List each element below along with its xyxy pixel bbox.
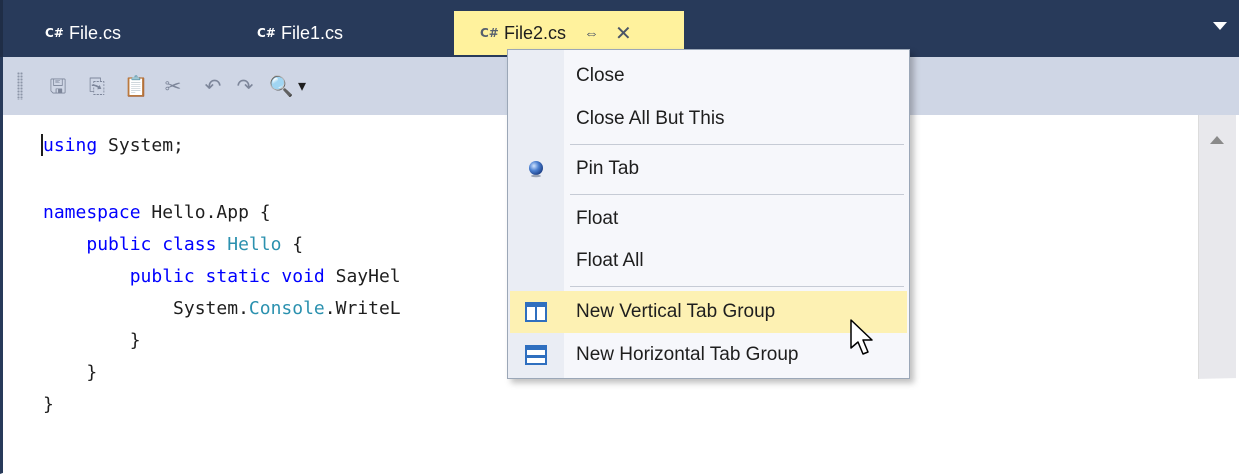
code-text: SayHel (324, 266, 401, 287)
editor-window: C# File.cs C# File1.cs C# File2.cs ⇔ ✕ 🖫… (0, 0, 1239, 474)
copy-icon[interactable]: ⎘ (87, 77, 107, 97)
code-text: Hello.App { (140, 202, 271, 223)
tab-label: File2.cs (504, 22, 567, 43)
code-line-8: } (43, 362, 98, 383)
menu-item-label: Float All (576, 250, 644, 271)
code-text: System; (97, 135, 184, 156)
menu-item-close-all-but-this[interactable]: Close All But This (510, 98, 907, 140)
vertical-scrollbar[interactable] (1198, 115, 1236, 474)
toolbar-dropdown-icon[interactable]: ▾ (295, 77, 309, 97)
code-line-4: public class Hello { (43, 231, 303, 259)
undo-icon[interactable]: ↶ (203, 77, 223, 97)
menu-separator (570, 286, 904, 287)
paste-icon[interactable]: 📋 (124, 77, 149, 97)
code-line-7: } (43, 330, 141, 351)
menu-item-float[interactable]: Float (510, 198, 907, 240)
csharp-file-icon: C# (480, 26, 499, 40)
tab-label: File.cs (69, 22, 122, 43)
keyword: public class (86, 234, 217, 255)
vertical-tab-group-icon (525, 302, 547, 322)
menu-item-pin-tab[interactable]: Pin Tab (510, 148, 907, 190)
menu-item-float-all[interactable]: Float All (510, 240, 907, 282)
menu-separator (570, 144, 904, 145)
type-name: Hello (227, 234, 282, 255)
tab-label: File1.cs (281, 22, 344, 43)
search-icon[interactable]: 🔍 (269, 77, 294, 97)
save-icon[interactable]: 🖫 (48, 77, 68, 97)
keyword: using (43, 135, 98, 156)
keyword: public static void (129, 266, 325, 287)
toolbar-grip-handle[interactable] (17, 72, 23, 100)
scroll-up-arrow-icon[interactable] (1210, 136, 1224, 144)
code-text: .WriteL (324, 298, 401, 319)
tab-file1-cs[interactable]: C# File1.cs (245, 11, 425, 55)
pin-tab-icon[interactable]: ⇔ (584, 25, 599, 42)
code-line-9: } (43, 394, 54, 415)
menu-item-label: Pin Tab (576, 158, 640, 179)
keyword: namespace (43, 202, 141, 223)
code-line-6: System.Console.WriteL (43, 295, 401, 323)
redo-icon[interactable]: ↷ (235, 77, 255, 97)
menu-separator (570, 194, 904, 195)
menu-item-new-vertical-tab-group[interactable]: New Vertical Tab Group (510, 291, 907, 333)
mouse-pointer-icon (850, 319, 873, 355)
code-line-1: using System; (43, 132, 184, 160)
menu-item-label: New Vertical Tab Group (576, 301, 776, 322)
horizontal-tab-group-icon (525, 345, 547, 365)
code-line-5: public static void SayHel (43, 263, 401, 291)
pin-icon (529, 161, 543, 178)
menu-item-close[interactable]: Close (510, 55, 907, 97)
menu-item-new-horizontal-tab-group[interactable]: New Horizontal Tab Group (510, 334, 907, 376)
code-text: System. (173, 298, 249, 319)
tab-file-cs[interactable]: C# File.cs (33, 11, 213, 55)
close-tab-icon[interactable]: ✕ (615, 21, 632, 46)
menu-item-label: Float (576, 208, 619, 229)
cut-icon[interactable]: ✂ (163, 77, 183, 97)
menu-item-label: Close All But This (576, 108, 725, 129)
text-caret (41, 134, 43, 156)
menu-item-label: New Horizontal Tab Group (576, 344, 799, 365)
menu-item-label: Close (576, 65, 625, 86)
code-line-3: namespace Hello.App { (43, 199, 271, 227)
csharp-file-icon: C# (257, 26, 276, 40)
code-text: { (281, 234, 304, 255)
csharp-file-icon: C# (45, 26, 64, 40)
tab-overflow-dropdown-icon[interactable] (1213, 22, 1227, 30)
type-name: Console (248, 298, 325, 319)
